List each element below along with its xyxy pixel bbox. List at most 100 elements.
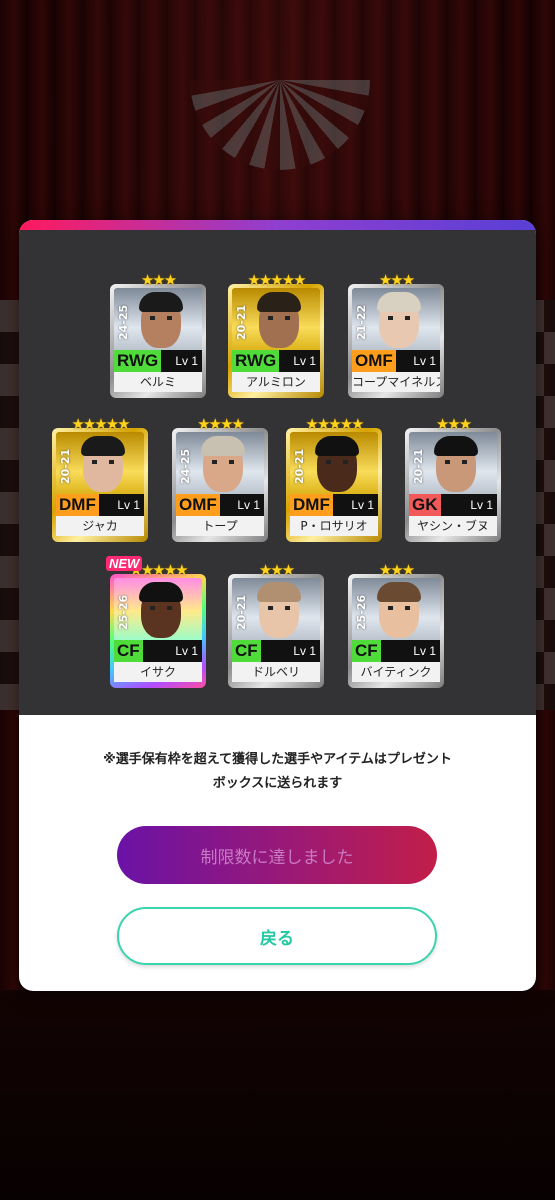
card-frame: 20-21 DMF Lv 1 ジャカ bbox=[52, 428, 148, 542]
player-card[interactable]: 20-21 GK Lv 1 ヤシン・ブヌ ★★★ bbox=[405, 416, 501, 542]
card-portrait-area: 20-21 bbox=[409, 432, 497, 498]
card-season: 21-22 bbox=[355, 304, 368, 340]
player-eyes bbox=[268, 316, 290, 320]
player-eyes bbox=[445, 460, 467, 464]
card-player-name: ドルベリ bbox=[232, 662, 320, 682]
card-rarity-stars: ★★★★ bbox=[197, 415, 245, 433]
limit-reached-button[interactable]: 制限数に達しました bbox=[117, 826, 437, 884]
card-position: OMF bbox=[176, 494, 220, 516]
player-card[interactable]: 20-21 DMF Lv 1 P・ロサリオ ★★★★★ bbox=[286, 416, 382, 542]
card-frame: 24-25 RWG Lv 1 ベルミ bbox=[110, 284, 206, 398]
card-frame: 25-26 CF Lv 1 バイティンク bbox=[348, 574, 444, 688]
card-season: 20-21 bbox=[235, 594, 248, 630]
card-position: CF bbox=[114, 640, 143, 662]
player-eyes bbox=[212, 460, 234, 464]
card-position: GK bbox=[409, 494, 441, 516]
card-rarity-stars: ★★★★★ bbox=[305, 415, 364, 433]
player-card[interactable]: 25-26 CF Lv 1 バイティンク ★★★ bbox=[348, 562, 444, 688]
card-portrait-area: 24-25 bbox=[176, 432, 264, 498]
player-eyes bbox=[268, 606, 290, 610]
card-position: CF bbox=[352, 640, 381, 662]
player-card[interactable]: 20-21 RWG Lv 1 アルミロン ★★★★★ bbox=[228, 272, 324, 398]
card-portrait-area: 20-21 bbox=[232, 288, 320, 354]
card-player-name: P・ロサリオ bbox=[290, 516, 378, 536]
card-position: CF bbox=[232, 640, 261, 662]
card-rarity-stars: ★★★ bbox=[140, 271, 177, 289]
card-level: Lv 1 bbox=[260, 640, 320, 662]
card-rarity-stars: ★★★ bbox=[435, 415, 472, 433]
modal-top-gradient-bar bbox=[19, 220, 536, 230]
player-hair bbox=[257, 292, 301, 312]
player-eyes bbox=[388, 606, 410, 610]
player-card[interactable]: 24-25 RWG Lv 1 ベルミ ★★★ bbox=[110, 272, 206, 398]
card-position-row: CF Lv 1 bbox=[352, 640, 440, 662]
card-position: RWG bbox=[114, 350, 162, 372]
card-portrait-area: 21-22 bbox=[352, 288, 440, 354]
card-position-row: OMF Lv 1 bbox=[352, 350, 440, 372]
card-level: Lv 1 bbox=[395, 350, 440, 372]
card-frame: 20-21 RWG Lv 1 アルミロン bbox=[228, 284, 324, 398]
card-frame: 24-25 OMF Lv 1 トープ bbox=[172, 428, 268, 542]
card-portrait-area: 20-21 bbox=[290, 432, 378, 498]
player-hair bbox=[257, 582, 301, 602]
card-frame: 21-22 OMF Lv 1 コープマイネルス bbox=[348, 284, 444, 398]
card-season: 24-25 bbox=[117, 304, 130, 340]
card-position-row: GK Lv 1 bbox=[409, 494, 497, 516]
card-portrait-area: 20-21 bbox=[232, 578, 320, 644]
player-eyes bbox=[150, 316, 172, 320]
card-position: OMF bbox=[352, 350, 396, 372]
card-position: DMF bbox=[56, 494, 99, 516]
card-rarity-stars: ★★★ bbox=[258, 561, 295, 579]
acquisition-result-modal: 24-25 RWG Lv 1 ベルミ ★★★ 20-21 RWG Lv 1 アル… bbox=[19, 220, 536, 991]
player-card[interactable]: 20-21 DMF Lv 1 ジャカ ★★★★★ bbox=[52, 416, 148, 542]
card-level: Lv 1 bbox=[142, 640, 202, 662]
card-level: Lv 1 bbox=[98, 494, 144, 516]
card-position-row: DMF Lv 1 bbox=[56, 494, 144, 516]
card-player-name: コープマイネルス bbox=[352, 372, 440, 392]
card-level: Lv 1 bbox=[332, 494, 378, 516]
player-hair bbox=[201, 436, 245, 456]
card-position-row: RWG Lv 1 bbox=[232, 350, 320, 372]
player-card[interactable]: 21-22 OMF Lv 1 コープマイネルス ★★★ bbox=[348, 272, 444, 398]
card-frame: 25-26 CF Lv 1 イサク bbox=[110, 574, 206, 688]
card-position-row: DMF Lv 1 bbox=[290, 494, 378, 516]
card-frame: 20-21 CF Lv 1 ドルベリ bbox=[228, 574, 324, 688]
card-portrait-area: 24-25 bbox=[114, 288, 202, 354]
overflow-notice-text: ※選手保有枠を超えて獲得した選手やアイテムはプレゼントボックスに送られます bbox=[103, 752, 452, 791]
card-portrait-area: 25-26 bbox=[114, 578, 202, 644]
player-card[interactable]: 20-21 CF Lv 1 ドルベリ ★★★ bbox=[228, 562, 324, 688]
card-season: 24-25 bbox=[179, 448, 192, 484]
player-hair bbox=[377, 292, 421, 312]
player-eyes bbox=[326, 460, 348, 464]
player-hair bbox=[139, 582, 183, 602]
card-player-name: ヤシン・ブヌ bbox=[409, 516, 497, 536]
player-hair bbox=[139, 292, 183, 312]
card-portrait-area: 25-26 bbox=[352, 578, 440, 644]
player-hair bbox=[377, 582, 421, 602]
player-card-grid: 24-25 RWG Lv 1 ベルミ ★★★ 20-21 RWG Lv 1 アル… bbox=[19, 230, 536, 715]
player-card[interactable]: NEW 25-26 CF Lv 1 イサク ★★★★★ bbox=[106, 556, 206, 688]
player-card[interactable]: 24-25 OMF Lv 1 トープ ★★★★ bbox=[172, 416, 268, 542]
card-season: 20-21 bbox=[59, 448, 72, 484]
player-hair bbox=[315, 436, 359, 456]
card-rarity-stars: ★★★ bbox=[378, 271, 415, 289]
card-frame: 20-21 GK Lv 1 ヤシン・ブヌ bbox=[405, 428, 501, 542]
player-eyes bbox=[388, 316, 410, 320]
card-position-row: CF Lv 1 bbox=[232, 640, 320, 662]
card-rarity-stars: ★★★ bbox=[378, 561, 415, 579]
back-button[interactable]: 戻る bbox=[117, 907, 437, 965]
card-level: Lv 1 bbox=[219, 494, 264, 516]
card-player-name: イサク bbox=[114, 662, 202, 682]
card-rarity-stars: ★★★★★ bbox=[71, 415, 130, 433]
card-position-row: RWG Lv 1 bbox=[114, 350, 202, 372]
card-level: Lv 1 bbox=[161, 350, 202, 372]
player-hair bbox=[81, 436, 125, 456]
card-player-name: バイティンク bbox=[352, 662, 440, 682]
card-rarity-stars: ★★★★★ bbox=[247, 271, 306, 289]
card-season: 20-21 bbox=[412, 448, 425, 484]
card-position-row: OMF Lv 1 bbox=[176, 494, 264, 516]
card-season: 25-26 bbox=[117, 594, 130, 630]
new-badge: NEW bbox=[106, 556, 143, 571]
card-level: Lv 1 bbox=[279, 350, 320, 372]
card-frame: 20-21 DMF Lv 1 P・ロサリオ bbox=[286, 428, 382, 542]
